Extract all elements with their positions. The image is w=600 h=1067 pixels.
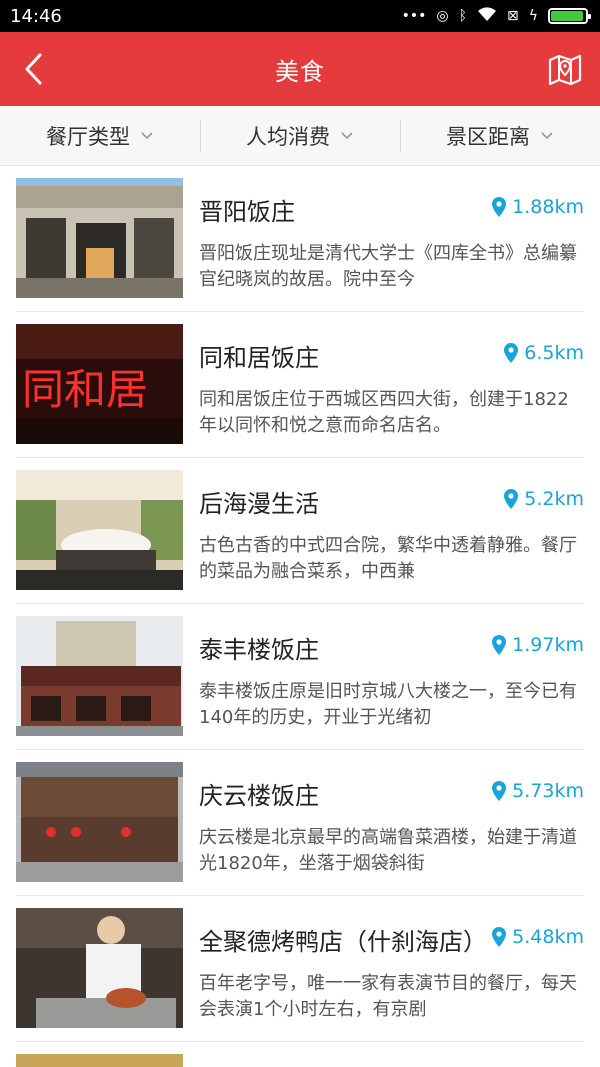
restaurant-list: 晋阳饭庄 1.88km 晋阳饭庄现址是清代大学士《四库全书》总编纂官纪晓岚的故居… — [0, 166, 600, 1067]
app-bar: 美食 — [0, 32, 600, 106]
bluetooth-icon: ᛒ — [458, 8, 468, 24]
map-icon — [548, 54, 582, 86]
restaurant-photo — [16, 178, 183, 298]
list-item[interactable]: 泰丰楼饭庄 1.97km 泰丰楼饭庄原是旧时京城八大楼之一，至今已有140年的历… — [16, 604, 584, 750]
list-item[interactable]: 全聚德烤鸭店（什刹海店） 5.48km 百年老字号，唯一一家有表演节目的餐厅，每… — [16, 896, 584, 1042]
restaurant-description: 晋阳饭庄现址是清代大学士《四库全书》总编纂官纪晓岚的故居。院中至今 — [199, 243, 577, 290]
location-pin-icon — [492, 635, 507, 655]
restaurant-photo — [16, 908, 183, 1028]
distance-badge: 6.5km — [504, 342, 584, 364]
distance-badge: 5.48km — [492, 926, 584, 948]
sim-icon: ⊠ — [507, 8, 519, 24]
list-item[interactable]: 庆云楼饭庄 5.73km 庆云楼是北京最早的高端鲁菜酒楼，始建于清道光1820年… — [16, 750, 584, 896]
page-title: 美食 — [275, 57, 325, 86]
distance-value: 5.48km — [512, 926, 584, 948]
wifi-icon — [477, 6, 497, 26]
filter-scenic-distance[interactable]: 景区距离 — [400, 106, 600, 165]
restaurant-photo: 同和居 — [16, 324, 183, 444]
location-pin-icon — [504, 489, 519, 509]
list-item[interactable]: 晋阳饭庄 1.88km 晋阳饭庄现址是清代大学士《四库全书》总编纂官纪晓岚的故居… — [16, 166, 584, 312]
chevron-down-icon — [341, 131, 353, 139]
distance-badge: 1.88km — [492, 196, 584, 218]
distance-value: 6.5km — [524, 342, 584, 364]
chevron-down-icon — [541, 131, 553, 139]
restaurant-photo — [16, 762, 183, 882]
distance-badge: 1.97km — [492, 634, 584, 656]
back-button[interactable] — [18, 52, 48, 86]
list-item[interactable] — [16, 1042, 584, 1067]
list-item[interactable]: 后海漫生活 5.2km 古色古香的中式四合院，繁华中透着静雅。餐厅的菜品为融合菜… — [16, 458, 584, 604]
charging-icon: ϟ — [528, 8, 538, 24]
list-item[interactable]: 同和居 同和居饭庄 6.5km 同和居饭庄位于西城区西四大街，创建于1822年以… — [16, 312, 584, 458]
location-pin-icon — [492, 197, 507, 217]
restaurant-description: 百年老字号，唯一一家有表演节目的餐厅，每天会表演1个小时左右，有京剧 — [199, 973, 577, 1020]
restaurant-description: 同和居饭庄位于西城区西四大街，创建于1822年以同怀和悦之意而命名店名。 — [199, 389, 569, 436]
location-pin-icon — [492, 927, 507, 947]
chevron-down-icon — [141, 131, 153, 139]
distance-badge: 5.2km — [504, 488, 584, 510]
location-pin-icon — [504, 343, 519, 363]
filter-restaurant-type[interactable]: 餐厅类型 — [0, 106, 200, 165]
restaurant-description: 古色古香的中式四合院，繁华中透着静雅。餐厅的菜品为融合菜系，中西兼 — [199, 535, 577, 582]
map-button[interactable] — [548, 52, 582, 86]
battery-icon — [548, 8, 591, 24]
distance-value: 1.97km — [512, 634, 584, 656]
filter-label: 餐厅类型 — [46, 124, 130, 149]
distance-value: 1.88km — [512, 196, 584, 218]
restaurant-description: 庆云楼是北京最早的高端鲁菜酒楼，始建于清道光1820年，坐落于烟袋斜街 — [199, 827, 577, 874]
restaurant-photo — [16, 470, 183, 590]
status-bar: 14:46 ••• ◎ ᛒ ⊠ ϟ — [0, 0, 600, 32]
more-dots-icon: ••• — [401, 8, 427, 24]
location-pin-icon — [492, 781, 507, 801]
distance-value: 5.73km — [512, 780, 584, 802]
filter-label: 景区距离 — [446, 124, 530, 149]
filter-label: 人均消费 — [246, 124, 330, 149]
alarm-icon: ◎ — [436, 8, 449, 24]
restaurant-photo — [16, 616, 183, 736]
sign-text: 同和居 — [22, 365, 148, 414]
distance-value: 5.2km — [524, 488, 584, 510]
restaurant-description: 泰丰楼饭庄原是旧时京城八大楼之一，至今已有140年的历史，开业于光绪初 — [199, 681, 577, 728]
restaurant-photo — [16, 1054, 183, 1067]
distance-badge: 5.73km — [492, 780, 584, 802]
back-arrow-icon — [25, 53, 42, 85]
filter-per-capita-spend[interactable]: 人均消费 — [200, 106, 400, 165]
status-time: 14:46 — [10, 5, 62, 27]
filter-bar: 餐厅类型 人均消费 景区距离 — [0, 106, 600, 166]
